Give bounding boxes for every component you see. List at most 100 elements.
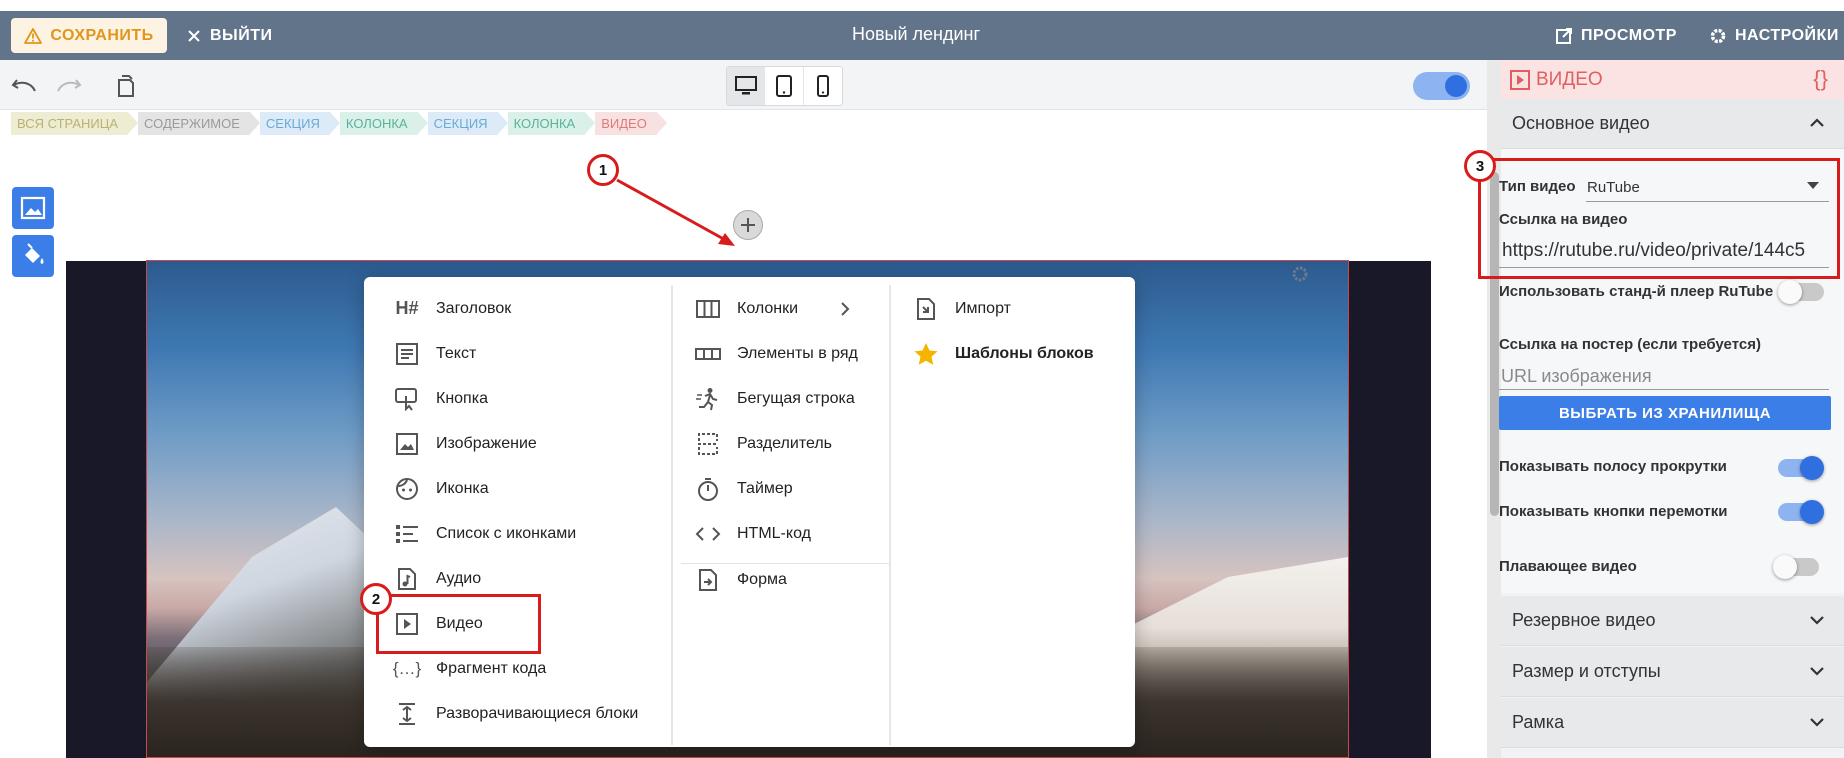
add-block-menu: H# Заголовок Текст Кнопка Изображение Ик…	[364, 277, 1135, 747]
face-icon	[392, 475, 422, 503]
breadcrumb-item[interactable]: СОДЕРЖИМОЕ	[138, 112, 260, 135]
editor-mode-toggle[interactable]	[1413, 72, 1470, 100]
menu-item-divider[interactable]: Разделитель	[693, 421, 832, 466]
std-player-switch[interactable]	[1778, 280, 1824, 304]
mobile-icon	[816, 75, 829, 97]
panel-title: ВИДЕО	[1536, 68, 1603, 90]
breadcrumb-item[interactable]: КОЛОНКА	[339, 112, 428, 135]
external-link-icon	[1556, 27, 1572, 44]
menu-item-accordion[interactable]: Разворачивающиеся блоки	[392, 691, 638, 736]
device-switcher	[726, 66, 843, 106]
poster-link-label: Ссылка на постер (если требуется)	[1499, 336, 1761, 353]
menu-item-marquee[interactable]: Бегущая строка	[693, 376, 855, 421]
tablet-view-button[interactable]	[765, 67, 804, 105]
scrollbar-label: Показывать полосу прокрутки	[1499, 458, 1727, 475]
menu-item-button[interactable]: Кнопка	[392, 376, 488, 421]
text-icon	[392, 340, 422, 368]
columns-icon	[693, 295, 723, 323]
menu-item-html-code[interactable]: HTML-код	[693, 511, 811, 556]
block-settings-icon[interactable]	[1290, 264, 1310, 284]
chevron-down-icon	[1810, 718, 1824, 727]
settings-button[interactable]: НАСТРОЙКИ	[1709, 18, 1839, 53]
breadcrumb-item[interactable]: ВИДЕО	[595, 112, 667, 135]
tablet-icon	[776, 75, 793, 97]
menu-item-heading[interactable]: H# Заголовок	[392, 286, 511, 331]
image-icon	[20, 196, 46, 220]
panel-header: ВИДЕО {}	[1501, 60, 1844, 99]
menu-item-image[interactable]: Изображение	[392, 421, 537, 466]
menu-item-form[interactable]: Форма	[693, 557, 787, 602]
poster-link-input[interactable]: URL изображения	[1501, 366, 1652, 387]
rewind-label: Показывать кнопки перемотки	[1499, 503, 1728, 520]
breadcrumb: ВСЯ СТРАНИЦА СОДЕРЖИМОЕ СЕКЦИЯ КОЛОНКА СЕКЦИ…	[11, 112, 667, 135]
icon-list-icon	[392, 520, 422, 548]
menu-item-columns[interactable]: Колонки	[693, 286, 850, 331]
top-bar: СОХРАНИТЬ ВЫЙТИ Новый лендинг ПРОСМОТР Н…	[0, 0, 1844, 60]
button-icon	[392, 385, 422, 413]
undo-icon[interactable]	[10, 73, 38, 99]
choose-from-storage-button[interactable]: ВЫБРАТЬ ИЗ ХРАНИЛИЩА	[1499, 396, 1831, 430]
menu-item-icon[interactable]: Иконка	[392, 466, 489, 511]
menu-item-inline-elements[interactable]: Элементы в ряд	[693, 331, 858, 376]
mobile-view-button[interactable]	[804, 67, 842, 105]
menu-item-timer[interactable]: Таймер	[693, 466, 793, 511]
settings-button-label: НАСТРОЙКИ	[1735, 26, 1839, 44]
paint-bucket-icon	[25, 243, 44, 264]
poster-link-underline	[1499, 389, 1829, 390]
menu-item-block-templates[interactable]: Шаблоны блоков	[911, 331, 1094, 376]
section-main-video[interactable]: Основное видео	[1501, 99, 1844, 149]
code-icon	[693, 520, 723, 548]
menu-item-import[interactable]: Импорт	[911, 286, 1011, 331]
plus-icon	[741, 218, 755, 232]
annotation-box-video-item	[376, 594, 541, 654]
breadcrumb-item[interactable]: СЕКЦИЯ	[259, 112, 340, 135]
redo-icon[interactable]	[55, 73, 83, 99]
annotation-marker-1: 1	[587, 154, 619, 186]
breadcrumb-item[interactable]: КОЛОНКА	[507, 112, 595, 135]
desktop-view-button[interactable]	[727, 67, 766, 105]
clipboard-icon[interactable]	[112, 73, 140, 99]
chevron-down-icon	[1810, 667, 1824, 676]
menu-item-icon-list[interactable]: Список с иконками	[392, 511, 576, 556]
editor-toolbar	[0, 60, 1487, 110]
floating-video-label: Плавающее видео	[1499, 558, 1637, 575]
code-fragment-icon: {…}	[392, 658, 422, 678]
rewind-switch[interactable]	[1778, 500, 1824, 524]
divider-icon	[693, 430, 723, 458]
annotation-marker-3: 3	[1464, 150, 1496, 182]
chevron-down-icon	[1810, 616, 1824, 625]
inline-elements-icon	[693, 340, 723, 368]
background-image-button[interactable]	[12, 187, 54, 229]
menu-item-text[interactable]: Текст	[392, 331, 476, 376]
background-color-button[interactable]	[12, 235, 54, 277]
audio-file-icon	[392, 565, 422, 593]
breadcrumb-item[interactable]: СЕКЦИЯ	[427, 112, 508, 135]
section-size-padding[interactable]: Размер и отступы	[1501, 647, 1844, 697]
expand-icon	[392, 700, 422, 728]
floating-video-switch[interactable]	[1773, 555, 1819, 579]
running-person-icon	[693, 385, 723, 413]
scrollbar-switch[interactable]	[1778, 456, 1824, 480]
import-icon	[911, 295, 941, 323]
code-braces-button[interactable]: {}	[1813, 66, 1828, 92]
annotation-marker-2: 2	[360, 583, 392, 615]
timer-icon	[693, 475, 723, 503]
gear-icon	[1710, 28, 1726, 43]
menu-column-layout: Колонки Элементы в ряд Бегущая строка Ра…	[671, 285, 891, 745]
video-icon	[1510, 69, 1530, 90]
form-icon	[693, 566, 723, 594]
image-icon	[392, 430, 422, 458]
std-player-label: Использовать станд-й плеер RuTube	[1499, 283, 1774, 300]
add-block-button[interactable]	[733, 210, 763, 240]
section-border[interactable]: Рамка	[1501, 698, 1844, 748]
breadcrumb-item[interactable]: ВСЯ СТРАНИЦА	[11, 112, 139, 135]
section-backup-video[interactable]: Резервное видео	[1501, 596, 1844, 646]
chevron-right-icon	[841, 301, 850, 316]
annotation-box-video-settings	[1478, 158, 1840, 279]
menu-column-templates: Импорт Шаблоны блоков	[889, 285, 1135, 745]
desktop-icon	[734, 76, 757, 95]
preview-button-label: ПРОСМОТР	[1581, 26, 1677, 44]
heading-icon: H#	[395, 298, 419, 318]
preview-button[interactable]: ПРОСМОТР	[1555, 18, 1677, 53]
star-icon	[911, 340, 941, 368]
